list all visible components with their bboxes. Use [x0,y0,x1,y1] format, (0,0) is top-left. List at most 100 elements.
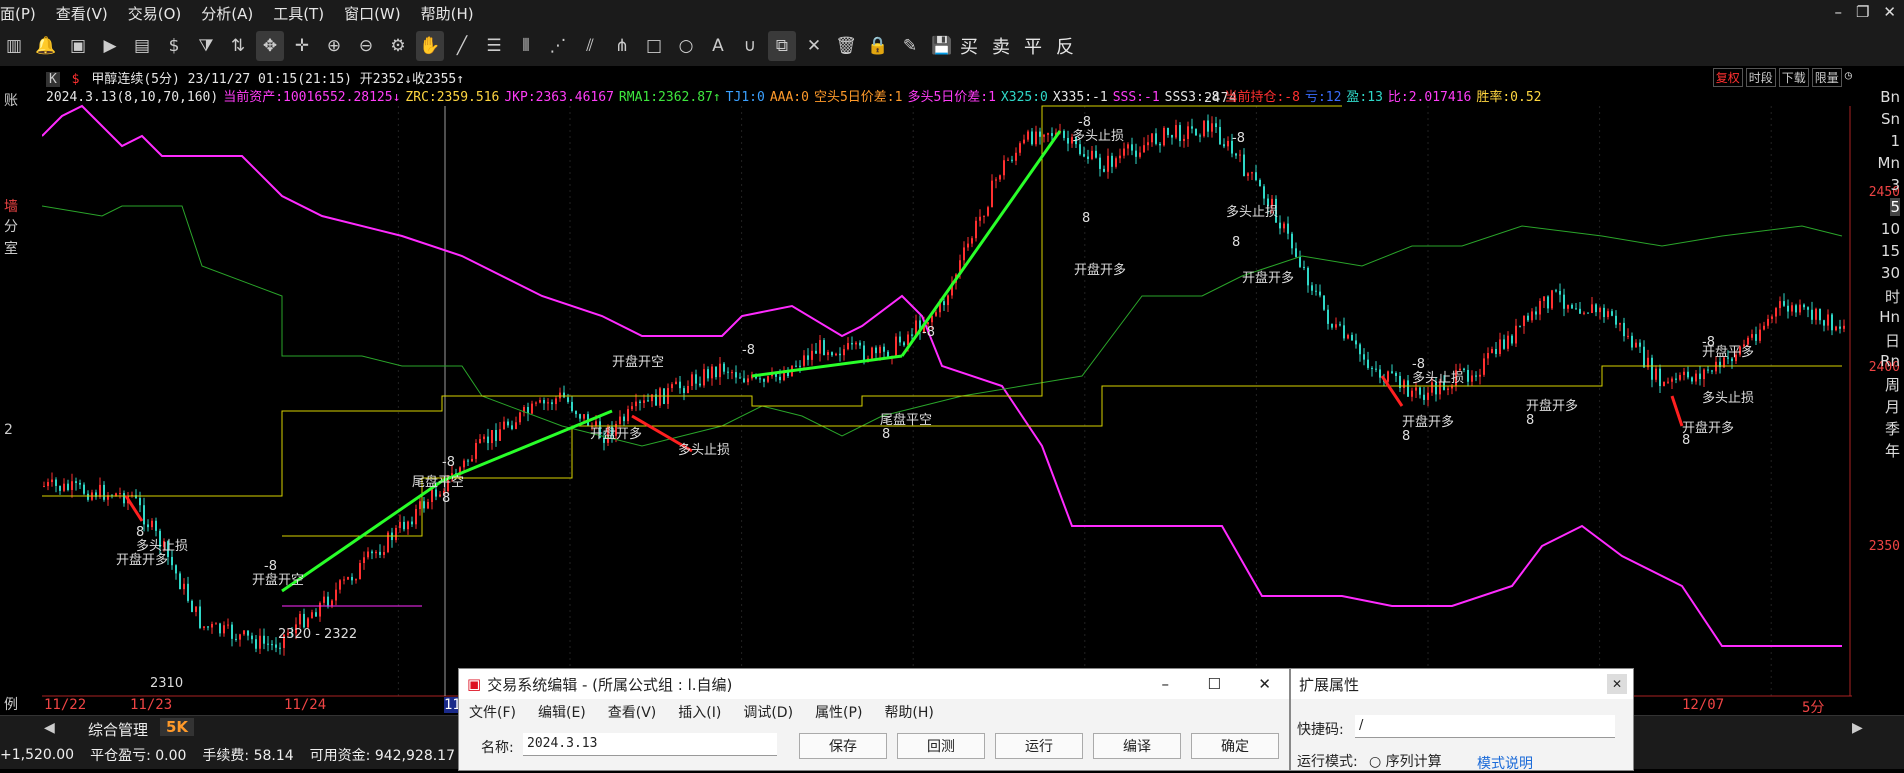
bell-icon[interactable]: 🔔 [32,31,60,61]
reverse-button[interactable]: 反 [1056,33,1074,59]
candle-body [87,493,89,500]
gear-icon[interactable]: ⚙ [384,31,412,61]
close-icon[interactable]: ✕ [1607,674,1627,694]
badge-limit[interactable]: 限量 [1811,68,1842,87]
minimize-icon[interactable]: – [1834,3,1842,21]
menu-item-trade[interactable]: 交易(O) [128,3,182,24]
period-button[interactable]: 周 [1885,374,1900,395]
x-label: 11/23 [130,697,173,713]
period-button[interactable]: 年 [1885,440,1900,461]
dialog-menu-file[interactable]: 文件(F) [469,702,516,722]
badge-adjust[interactable]: 复权 [1712,68,1743,87]
dialog-menu-insert[interactable]: 插入(I) [678,702,721,722]
menu-item-view[interactable]: 查看(V) [56,3,108,24]
period-button[interactable]: Bn [1880,88,1900,106]
maximize-icon[interactable]: ☐ [1208,675,1221,693]
pen-icon[interactable]: ✎ [896,31,924,61]
text-tool-icon[interactable]: A [704,31,732,61]
move-icon[interactable]: ✥ [256,31,284,61]
zoom-out-icon[interactable]: ⊖ [352,31,380,61]
play-icon[interactable]: ▶ [96,31,124,61]
dialog-menu-view[interactable]: 查看(V) [608,702,657,722]
period-button[interactable]: Hn [1879,308,1900,326]
shortcut-field[interactable]: / [1355,715,1615,738]
bars-icon[interactable]: ⦀ [512,31,540,61]
delete-icon[interactable]: ✕ [800,31,828,61]
name-field[interactable]: 2024.3.13 [523,733,777,756]
period-button[interactable]: 日 [1885,330,1900,351]
lock-icon[interactable]: 🔒 [864,31,892,61]
dialog-menu-debug[interactable]: 调试(D) [743,702,793,722]
badge-download[interactable]: 下载 [1778,68,1809,87]
buy-button[interactable]: 买 [960,33,978,59]
document-icon[interactable]: ▤ [128,31,156,61]
candle-body [1287,223,1289,234]
period-button[interactable]: Sn [1881,110,1900,128]
close-icon[interactable]: ✕ [1883,3,1896,21]
ok-button[interactable]: 确定 [1191,733,1279,759]
candle-body [439,494,441,497]
fib-icon[interactable]: ☰ [480,31,508,61]
run-button[interactable]: 运行 [995,733,1083,759]
sequence-radio[interactable]: ○ 序列计算 [1369,751,1442,771]
menu-item-tools[interactable]: 工具(T) [273,3,324,24]
minimize-icon[interactable]: – [1162,675,1170,693]
sell-button[interactable]: 卖 [992,33,1010,59]
period-button[interactable]: 月 [1885,396,1900,417]
fan-icon[interactable]: ⋰ [544,31,572,61]
save-button[interactable]: 保存 [799,733,887,759]
candle-body [1503,339,1505,349]
k-badge[interactable]: K [46,72,60,87]
period-button[interactable]: 30 [1881,264,1900,282]
kline-icon[interactable]: ▥ [0,31,28,61]
period-button[interactable]: 时 [1885,286,1900,307]
filter-icon[interactable]: ⧩ [192,31,220,61]
dollar-icon[interactable]: $ [160,31,188,61]
scroll-right-icon[interactable]: ▶ [1852,720,1863,736]
mode-help-link[interactable]: 模式说明 [1477,753,1533,773]
menu-item-window[interactable]: 窗口(W) [344,3,401,24]
hand-icon[interactable]: ✋ [416,31,444,61]
period-button[interactable]: 3 [1890,176,1900,194]
period-button[interactable]: 5 [1890,198,1900,216]
period-button[interactable]: 10 [1881,220,1900,238]
clock-icon[interactable]: ◷ [1845,68,1852,87]
tab-overview[interactable]: 综合管理 [88,719,148,740]
menu-item-analysis[interactable]: 分析(A) [201,3,253,24]
menu-item-file[interactable]: 面(P) [0,3,36,24]
period-button[interactable]: 15 [1881,242,1900,260]
chart-icon[interactable]: ▣ [64,31,92,61]
scroll-left-icon[interactable]: ◀ [44,720,55,736]
badge-session[interactable]: 时段 [1745,68,1776,87]
crosshair-icon[interactable]: ✛ [288,31,316,61]
save-icon[interactable]: 💾 [928,31,956,61]
compile-button[interactable]: 编译 [1093,733,1181,759]
copy-icon[interactable]: ⧉ [768,31,796,61]
rect-icon[interactable]: □ [640,31,668,61]
tab-5k[interactable]: 5K [160,718,195,736]
circle-icon[interactable]: ○ [672,31,700,61]
magnet-icon[interactable]: ∪ [736,31,764,61]
dialog-menu-edit[interactable]: 编辑(E) [538,702,586,722]
candle-body [103,484,105,500]
dialog-menu-properties[interactable]: 属性(P) [815,702,862,722]
dialog-menu-help[interactable]: 帮助(H) [884,702,933,722]
period-button[interactable]: Rn [1880,352,1900,370]
pitchfork-icon[interactable]: ⋔ [608,31,636,61]
sort-icon[interactable]: ⇅ [224,31,252,61]
trash-icon[interactable]: 🗑 [832,31,860,61]
candle-body [943,301,945,306]
period-button[interactable]: Mn [1878,154,1900,172]
channel-icon[interactable]: ⫽ [576,31,604,61]
line-tool-icon[interactable]: ╱ [448,31,476,61]
close-icon[interactable]: ✕ [1258,675,1271,693]
menu-item-help[interactable]: 帮助(H) [421,3,474,24]
price-chart[interactable]: 24742320 - 23222310多头止损开盘开多开盘开空尾盘平空开盘开空开… [42,66,1852,706]
restore-icon[interactable]: ❐ [1856,3,1869,21]
close-position-button[interactable]: 平 [1024,33,1042,59]
period-button[interactable]: 季 [1885,418,1900,439]
zoom-in-icon[interactable]: ⊕ [320,31,348,61]
candle-body [355,579,357,581]
period-button[interactable]: 1 [1890,132,1900,150]
backtest-button[interactable]: 回测 [897,733,985,759]
